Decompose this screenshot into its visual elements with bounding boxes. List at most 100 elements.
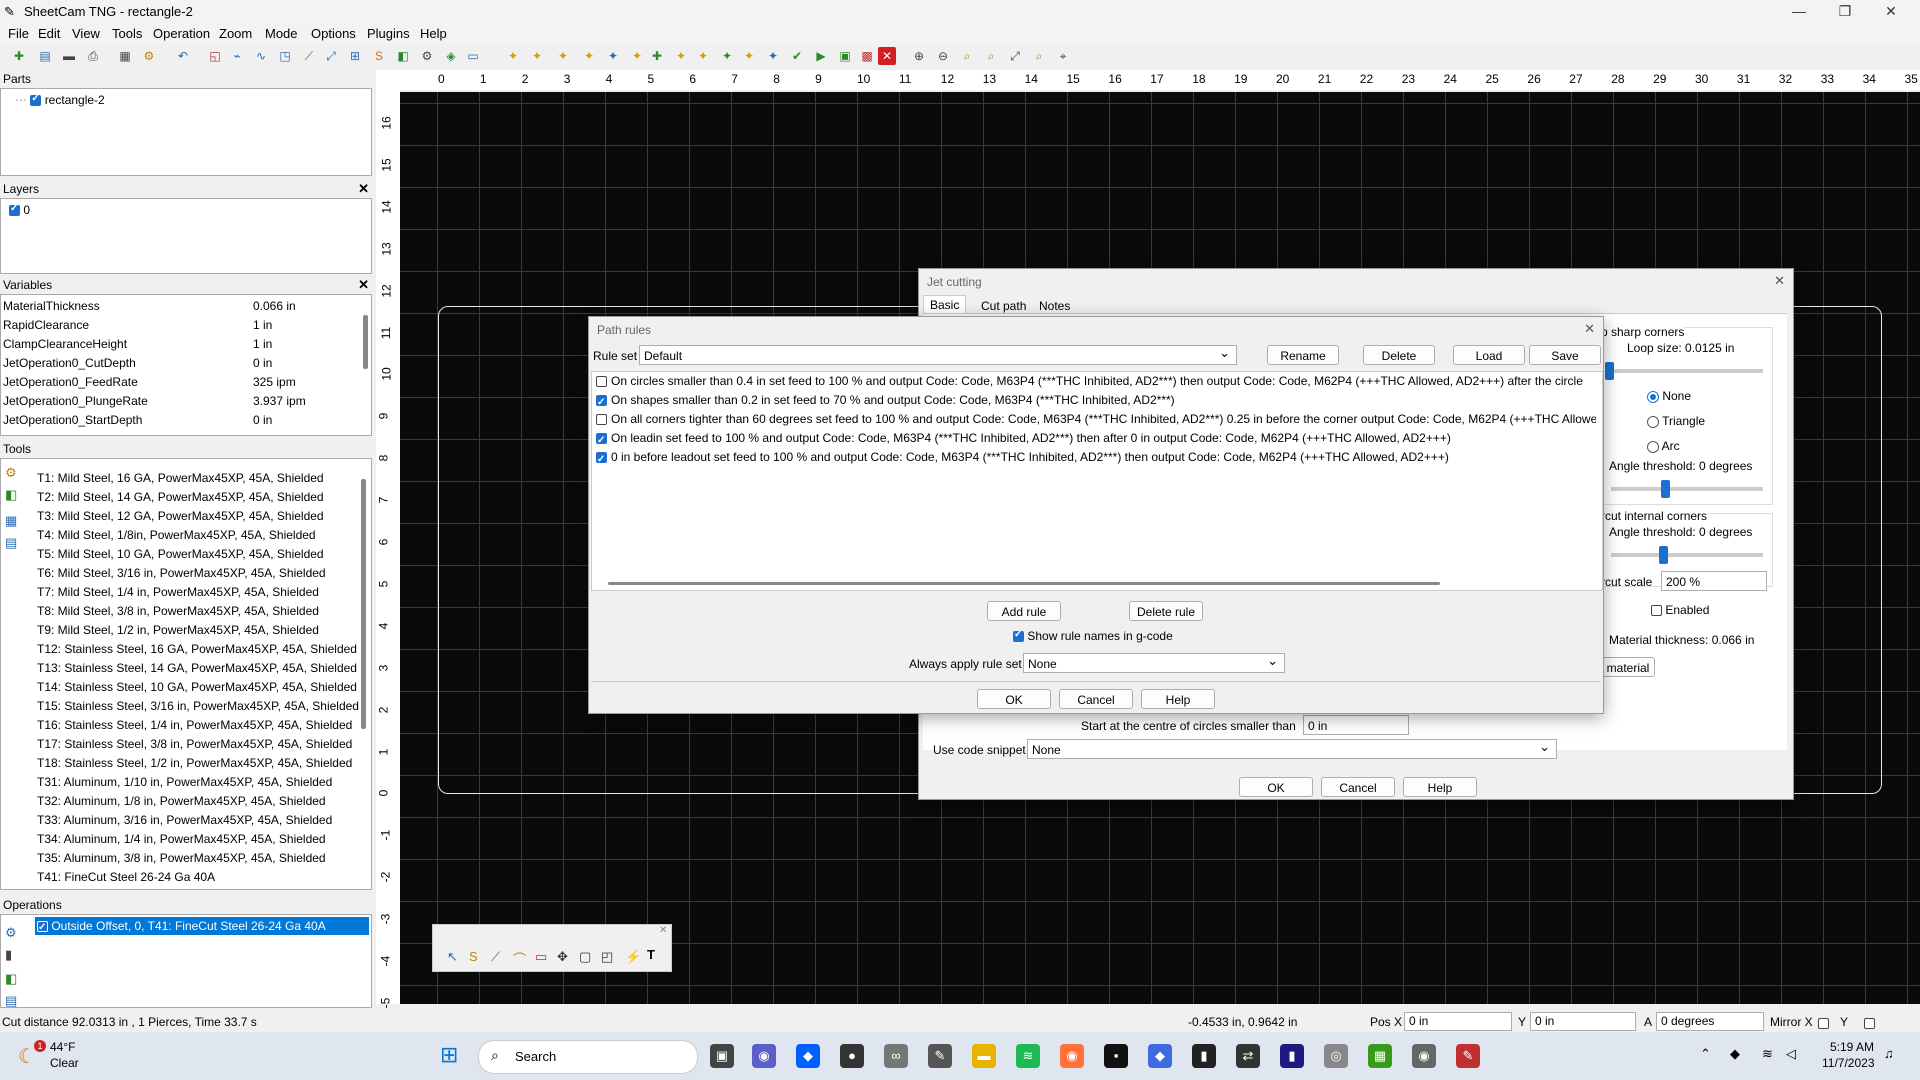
spotify-icon[interactable]: ≋	[1016, 1044, 1040, 1068]
palette-start-icon[interactable]: S	[469, 949, 478, 964]
op-engrave-icon[interactable]: ✦	[604, 47, 622, 65]
menu-view[interactable]: View	[72, 26, 100, 41]
clock-date[interactable]: 11/7/2023	[1822, 1056, 1875, 1070]
enabled-checkbox[interactable]	[1651, 605, 1662, 617]
jet-cancel-button[interactable]: Cancel	[1321, 777, 1395, 797]
variable-row[interactable]: JetOperation0_FeedRate	[3, 373, 138, 392]
tool-item[interactable]: T2: Mild Steel, 14 GA, PowerMax45XP, 45A…	[37, 488, 324, 507]
always-apply-select[interactable]: None	[1023, 651, 1285, 673]
ruleset-select[interactable]: Default	[639, 343, 1237, 365]
teams-icon[interactable]: ◉	[752, 1044, 776, 1068]
zoom-out-icon[interactable]: ⊖	[934, 47, 952, 65]
start-centre-input[interactable]: 0 in	[1303, 715, 1409, 735]
palette-bolt-icon[interactable]: ⚡	[625, 949, 641, 965]
network-app-icon[interactable]: ◎	[1324, 1044, 1348, 1068]
layers-icon[interactable]: ◈	[442, 47, 460, 65]
tool-table-icon[interactable]: ▦	[5, 513, 17, 529]
tool-item[interactable]: T13: Stainless Steel, 14 GA, PowerMax45X…	[37, 659, 357, 678]
variable-value[interactable]: 3.937 ipm	[253, 392, 306, 411]
zoom-window-icon[interactable]: ⌕	[958, 47, 976, 65]
path-ok-button[interactable]: OK	[977, 689, 1051, 709]
scale-icon[interactable]: ⤢	[322, 47, 340, 65]
sheetcam-taskbar-icon[interactable]: ✎	[1456, 1044, 1480, 1068]
path-dialog-close-icon[interactable]: ✕	[1584, 321, 1595, 337]
node-edit-icon[interactable]: ⌁	[228, 47, 246, 65]
link-icon[interactable]: ∞	[884, 1044, 908, 1068]
zoom-all-icon[interactable]: ⤢	[1006, 47, 1024, 65]
op-list-icon[interactable]: ✦	[764, 47, 782, 65]
op-delete-icon[interactable]: ✕	[878, 47, 896, 65]
nest-icon[interactable]: ⚙	[418, 47, 436, 65]
tool-item[interactable]: T41: FineCut Steel 26-24 Ga 40A	[37, 868, 215, 887]
tool-list-icon[interactable]: ▤	[5, 535, 17, 551]
show-names-checkbox[interactable]	[1013, 629, 1024, 643]
stats-app-icon[interactable]: ▦	[1368, 1044, 1392, 1068]
variable-row[interactable]: JetOperation0_StartDepth	[3, 411, 142, 430]
new-file-icon[interactable]: ✚	[10, 47, 28, 65]
op-stop-icon[interactable]: ▩	[858, 47, 876, 65]
zoom-extents-icon[interactable]: ⌖	[1054, 47, 1072, 65]
palette-frame-icon[interactable]: ◰	[601, 949, 613, 965]
op-pocket-icon[interactable]: ✦	[580, 47, 598, 65]
tool-item[interactable]: T17: Stainless Steel, 3/8 in, PowerMax45…	[37, 735, 352, 754]
tool-item[interactable]: T4: Mild Steel, 1/8in, PowerMax45XP, 45A…	[37, 526, 316, 545]
mirrory-checkbox[interactable]	[1864, 1018, 1876, 1030]
undo-icon[interactable]: ↶	[174, 47, 192, 65]
loop-size-slider-thumb[interactable]	[1605, 362, 1614, 380]
menu-mode[interactable]: Mode	[265, 26, 298, 41]
op-jet-icon[interactable]: ✦	[504, 47, 522, 65]
dropbox-icon[interactable]: ◆	[796, 1044, 820, 1068]
tool-item[interactable]: T33: Aluminum, 3/16 in, PowerMax45XP, 45…	[37, 811, 332, 830]
zoom-part-icon[interactable]: ⌕	[1030, 47, 1048, 65]
rule-item[interactable]: On leadin set feed to 100 % and output C…	[596, 429, 1596, 448]
layer-checkbox[interactable]	[9, 203, 20, 217]
layer-item[interactable]: 0	[9, 203, 30, 217]
rule-checkbox[interactable]	[596, 450, 607, 467]
jet-help-button[interactable]: Help	[1403, 777, 1477, 797]
tool-item[interactable]: T42: FineCut Steel 22-20 Ga 40A	[37, 887, 215, 889]
add-rule-button[interactable]: Add rule	[987, 601, 1061, 621]
variable-value[interactable]: 0 in	[253, 354, 272, 373]
variable-row[interactable]: ClampClearanceHeight	[3, 335, 127, 354]
volume-icon[interactable]: ◁	[1786, 1046, 1796, 1062]
notification-bell-icon[interactable]: ♫	[1884, 1046, 1894, 1061]
menu-operation[interactable]: Operation	[153, 26, 210, 41]
tool-item[interactable]: T35: Aluminum, 3/8 in, PowerMax45XP, 45A…	[37, 849, 326, 868]
delete-ruleset-button[interactable]: Delete	[1363, 345, 1435, 365]
variable-value[interactable]: 1 in	[253, 316, 272, 335]
tab-icon[interactable]: ◧	[394, 47, 412, 65]
minimize-button[interactable]: —	[1776, 0, 1822, 24]
angle-threshold-slider-1-thumb[interactable]	[1661, 480, 1670, 498]
variable-value[interactable]: 0.066 in	[253, 297, 296, 316]
palette-close-icon[interactable]: ✕	[659, 925, 667, 936]
variables-close-icon[interactable]: ✕	[358, 276, 369, 294]
tool-item[interactable]: T5: Mild Steel, 10 GA, PowerMax45XP, 45A…	[37, 545, 324, 564]
variable-row[interactable]: JetOperation0_CutDepth	[3, 354, 136, 373]
show-names-row[interactable]: Show rule names in g-code	[1013, 629, 1173, 643]
angle-threshold-slider-2-thumb[interactable]	[1659, 546, 1668, 564]
search-box[interactable]: ⌕ Search	[478, 1040, 698, 1074]
pycharm-icon[interactable]: ▪	[1104, 1044, 1128, 1068]
delete-rule-button[interactable]: Delete rule	[1129, 601, 1203, 621]
rule-item[interactable]: On all corners tighter than 60 degrees s…	[596, 410, 1596, 429]
start-point-icon[interactable]: S	[370, 47, 388, 65]
op-panel-add-icon[interactable]: ⚙	[5, 925, 17, 941]
sync-icon[interactable]: ⇄	[1236, 1044, 1260, 1068]
path-cancel-button[interactable]: Cancel	[1059, 689, 1133, 709]
calculator-icon[interactable]: ▦	[116, 47, 134, 65]
operation-item[interactable]: Outside Offset, 0, T41: FineCut Steel 26…	[35, 917, 369, 937]
curve-icon[interactable]: ∿	[252, 47, 270, 65]
menu-help[interactable]: Help	[420, 26, 447, 41]
material-button[interactable]: material	[1601, 657, 1655, 677]
print-icon[interactable]: ⎙	[84, 47, 102, 65]
tool-app-icon[interactable]: ▮	[1280, 1044, 1304, 1068]
op-profile-icon[interactable]: ✦	[554, 47, 572, 65]
tool-item[interactable]: T18: Stainless Steel, 1/2 in, PowerMax45…	[37, 754, 352, 773]
op-check-icon[interactable]: ✔	[788, 47, 806, 65]
y-input[interactable]: 0 in	[1530, 1012, 1636, 1031]
menu-edit[interactable]: Edit	[38, 26, 60, 41]
tool-item[interactable]: T8: Mild Steel, 3/8 in, PowerMax45XP, 45…	[37, 602, 319, 621]
radio-none-button[interactable]	[1647, 390, 1659, 403]
radio-triangle[interactable]: Triangle	[1647, 414, 1705, 428]
array-icon[interactable]: ⊞	[346, 47, 364, 65]
